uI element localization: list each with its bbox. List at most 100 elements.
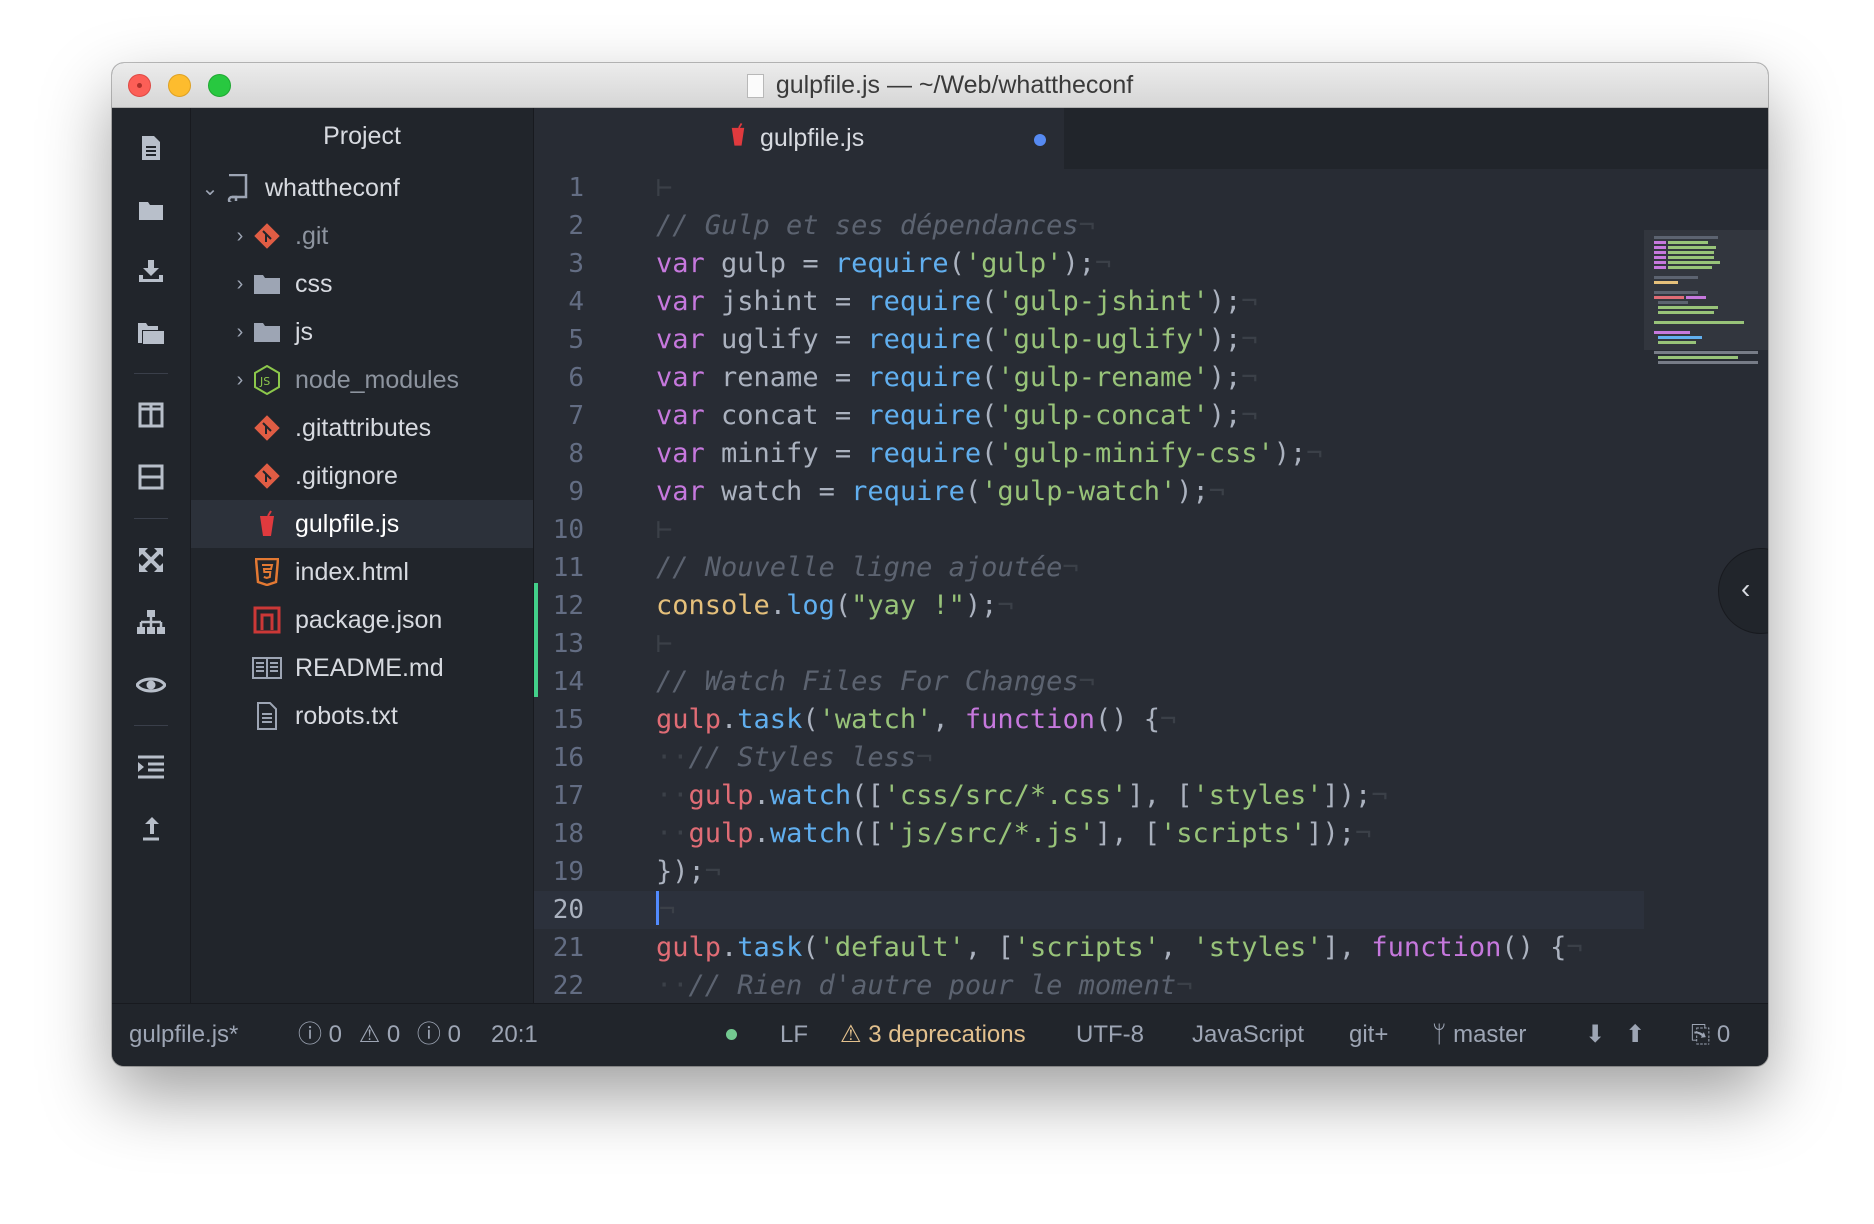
tree-item-css[interactable]: › css: [191, 260, 533, 308]
git-plus[interactable]: git+: [1349, 1004, 1388, 1066]
tree-item-js[interactable]: › js: [191, 308, 533, 356]
code-line-7: 7 var concat = require('gulp-concat');¬: [568, 400, 1258, 431]
status-file-name[interactable]: gulpfile.js*: [129, 1004, 238, 1066]
code-line-4: 4 var jshint = require('gulp-jshint');¬: [568, 286, 1258, 317]
code-line-11: 11// Nouvelle ligne ajoutée¬: [552, 552, 1079, 583]
text-file-icon: [251, 700, 283, 732]
chevron-right-icon[interactable]: ›: [229, 273, 251, 296]
window-title-area: gulpfile.js — ~/Web/whattheconf: [112, 63, 1768, 107]
chevron-right-icon[interactable]: ›: [229, 321, 251, 344]
split-vertical-icon[interactable]: [112, 393, 190, 437]
file-encoding[interactable]: UTF-8: [1076, 1004, 1144, 1066]
fullscreen-icon[interactable]: [112, 538, 190, 582]
code-line-16: 16 ··// Styles less¬: [552, 742, 933, 773]
chevron-down-icon[interactable]: ⌄: [199, 176, 221, 201]
error-icon: ⓘ: [298, 1021, 322, 1048]
branch-icon: ᛘ: [1432, 1021, 1447, 1048]
linter-errors: 0: [328, 1021, 343, 1048]
line-ending[interactable]: LF: [780, 1004, 808, 1066]
preview-eye-icon[interactable]: [112, 663, 190, 707]
minimap[interactable]: [1644, 230, 1768, 370]
arrow-up-icon: ⬆: [1625, 1021, 1646, 1048]
code-line-21: 21 gulp.task('default', ['scripts', 'styl…: [552, 932, 1583, 963]
tree-item-label: index.html: [295, 557, 409, 586]
code-editor[interactable]: 1 ⊢ 2// Gulp et ses dépendances¬ 3 var gul…: [534, 169, 1768, 1004]
repo-icon: [221, 172, 253, 204]
sync-status-dot: [726, 1004, 737, 1066]
code-line-10: 10 ⊢: [552, 514, 673, 545]
editor-pane: gulpfile.js 1 ⊢ 2// Gulp et ses dépendanc…: [534, 108, 1768, 1004]
tree-item-node-modules[interactable]: › JS node_modules: [191, 356, 533, 404]
code-line-14: 14// Watch Files For Changes¬: [552, 666, 1095, 697]
file-diff-icon: ⎘: [1691, 1021, 1711, 1048]
sitemap-icon[interactable]: [112, 600, 190, 644]
nodejs-icon: JS: [251, 364, 283, 396]
tree-item-gitattributes[interactable]: .gitattributes: [191, 404, 533, 452]
chevron-right-icon[interactable]: ›: [229, 225, 251, 248]
git-pull-button[interactable]: ⬇: [1585, 1004, 1605, 1066]
grammar-selector[interactable]: JavaScript: [1192, 1004, 1304, 1066]
split-horizontal-icon[interactable]: [112, 455, 190, 499]
code-line-13: 13 ⊢: [552, 628, 673, 659]
tree-root-whattheconf[interactable]: ⌄ whattheconf: [191, 164, 533, 212]
upload-icon[interactable]: [112, 806, 190, 850]
tree-item-readme[interactable]: README.md: [191, 644, 533, 692]
new-file-icon[interactable]: [112, 126, 190, 170]
folder-icon: [251, 316, 283, 348]
code-line-20: 20 ¬: [534, 891, 1644, 929]
title-bar: gulpfile.js — ~/Web/whattheconf: [112, 63, 1768, 108]
code-line-3: 3 var gulp = require('gulp');¬: [568, 248, 1112, 279]
save-icon[interactable]: [112, 249, 190, 293]
tree-item-label: .gitattributes: [295, 413, 432, 442]
code-line-6: 6 var rename = require('gulp-rename');¬: [568, 362, 1258, 393]
tree-item-gitignore[interactable]: .gitignore: [191, 452, 533, 500]
html5-icon: [251, 556, 283, 588]
readme-icon: [251, 652, 283, 684]
code-line-17: 17 ··gulp.watch(['css/src/*.css'], ['styl…: [552, 780, 1388, 811]
tree-item-robots-txt[interactable]: robots.txt: [191, 692, 533, 740]
git-icon: [251, 460, 283, 492]
git-push-button[interactable]: ⬆: [1625, 1004, 1645, 1066]
tree-item-label: css: [295, 269, 333, 298]
pending-files[interactable]: ⎘ 0: [1691, 1004, 1730, 1066]
tree-item-index-html[interactable]: index.html: [191, 548, 533, 596]
project-folders-icon[interactable]: [112, 311, 190, 355]
tool-bar: [112, 108, 191, 1004]
code-line-2: 2// Gulp et ses dépendances¬: [568, 210, 1095, 241]
code-line-22: 22 ··// Rien d'autre pour le moment¬: [552, 970, 1193, 1001]
git-icon: [251, 412, 283, 444]
code-line-9: 9 var watch = require('gulp-watch');¬: [568, 476, 1226, 507]
tree-view: Project ⌄ whattheconf › .git › css › js …: [191, 108, 534, 1004]
git-branch[interactable]: ᛘ master: [1432, 1004, 1526, 1066]
tree-item-label: package.json: [295, 605, 443, 634]
gulp-icon: [730, 122, 746, 155]
code-line-19: 19});¬: [552, 856, 722, 887]
chevron-right-icon[interactable]: ›: [229, 369, 251, 392]
tree-item-gulpfile[interactable]: gulpfile.js: [191, 500, 533, 548]
tree-item-git[interactable]: › .git: [191, 212, 533, 260]
warning-triangle-icon: ⚠: [840, 1021, 862, 1048]
modified-indicator[interactable]: [1034, 134, 1046, 146]
info-icon: ⓘ: [416, 1021, 441, 1048]
indent-icon[interactable]: [112, 745, 190, 789]
tree-item-label: js: [295, 317, 314, 346]
tab-gulpfile[interactable]: gulpfile.js: [534, 108, 1064, 169]
tab-bar: gulpfile.js: [534, 108, 1768, 169]
code-line-5: 5 var uglify = require('gulp-uglify');¬: [568, 324, 1258, 355]
open-folder-icon[interactable]: [112, 188, 190, 232]
tree-view-header: Project: [323, 122, 401, 150]
branch-label: master: [1453, 1021, 1527, 1048]
npm-icon: [251, 604, 283, 636]
code-line-15: 15 gulp.task('watch', function() {¬: [552, 704, 1177, 735]
tree-item-package-json[interactable]: package.json: [191, 596, 533, 644]
linter-warnings: 0: [386, 1021, 401, 1048]
arrow-down-icon: ⬇: [1585, 1021, 1606, 1048]
linter-summary[interactable]: ⓘ 0 ⚠ 0 ⓘ 0: [298, 1004, 461, 1066]
cursor-position[interactable]: 20:1: [491, 1004, 538, 1066]
warning-icon: ⚠: [358, 1021, 381, 1048]
code-line-1: 1 ⊢: [568, 172, 673, 203]
gulp-icon: [251, 508, 283, 540]
deprecation-cop[interactable]: ⚠ 3 deprecations: [840, 1004, 1026, 1066]
tree-item-label: gulpfile.js: [295, 509, 400, 538]
status-bar: gulpfile.js* ⓘ 0 ⚠ 0 ⓘ 0 20:1 LF ⚠ 3 dep…: [112, 1003, 1768, 1066]
